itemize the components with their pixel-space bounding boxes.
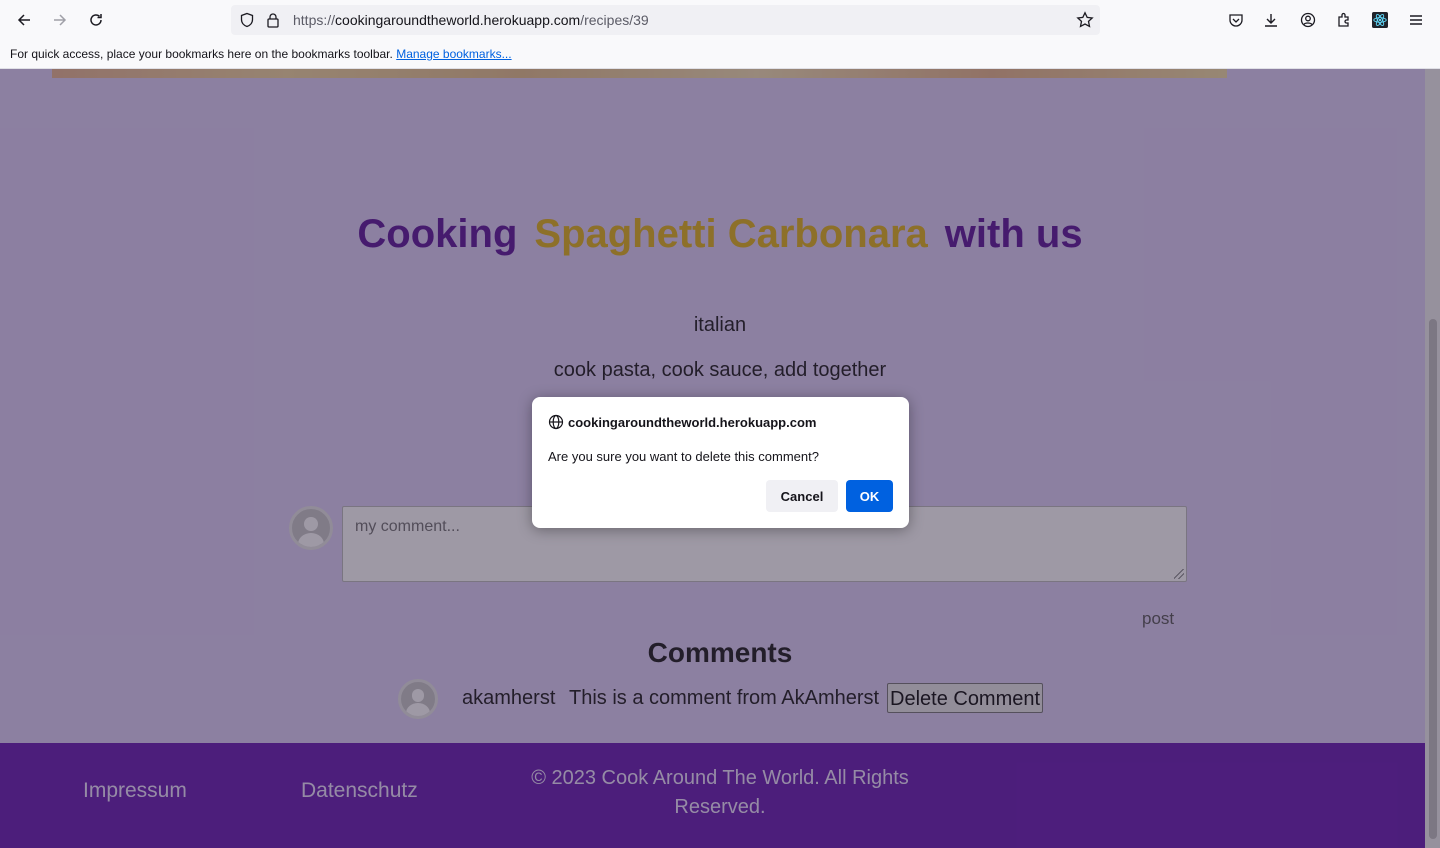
browser-toolbar: https://cookingaroundtheworld.herokuapp.… [0,0,1440,41]
menu-icon[interactable] [1402,6,1430,34]
url-text[interactable]: https://cookingaroundtheworld.herokuapp.… [293,12,649,28]
dialog-origin-text: cookingaroundtheworld.herokuapp.com [568,414,817,430]
url-scheme: https:// [293,12,336,28]
dialog-origin: cookingaroundtheworld.herokuapp.com [548,414,816,430]
forward-icon[interactable] [46,6,74,34]
downloads-icon[interactable] [1257,6,1285,34]
back-icon[interactable] [10,6,38,34]
react-devtools-icon[interactable] [1366,6,1394,34]
bookmarks-message: For quick access, place your bookmarks h… [10,47,512,61]
bookmarks-hint: For quick access, place your bookmarks h… [10,47,393,61]
bookmark-star-icon[interactable] [1076,11,1094,34]
extensions-icon[interactable] [1330,6,1358,34]
url-path: /recipes/39 [580,12,649,28]
cancel-button[interactable]: Cancel [766,480,838,512]
url-host: cookingaroundtheworld.herokuapp.com [335,12,581,28]
pocket-icon[interactable] [1222,6,1250,34]
confirm-dialog: cookingaroundtheworld.herokuapp.com Are … [532,397,909,528]
bookmarks-toolbar: For quick access, place your bookmarks h… [0,41,1440,69]
reload-icon[interactable] [82,6,110,34]
manage-bookmarks-link[interactable]: Manage bookmarks... [396,47,511,61]
dialog-message: Are you sure you want to delete this com… [548,449,819,464]
lock-icon[interactable] [266,12,280,33]
account-icon[interactable] [1294,6,1322,34]
globe-icon [548,414,564,430]
ok-button[interactable]: OK [846,480,893,512]
shield-icon[interactable] [239,12,255,33]
url-bar[interactable]: https://cookingaroundtheworld.herokuapp.… [231,5,1100,35]
